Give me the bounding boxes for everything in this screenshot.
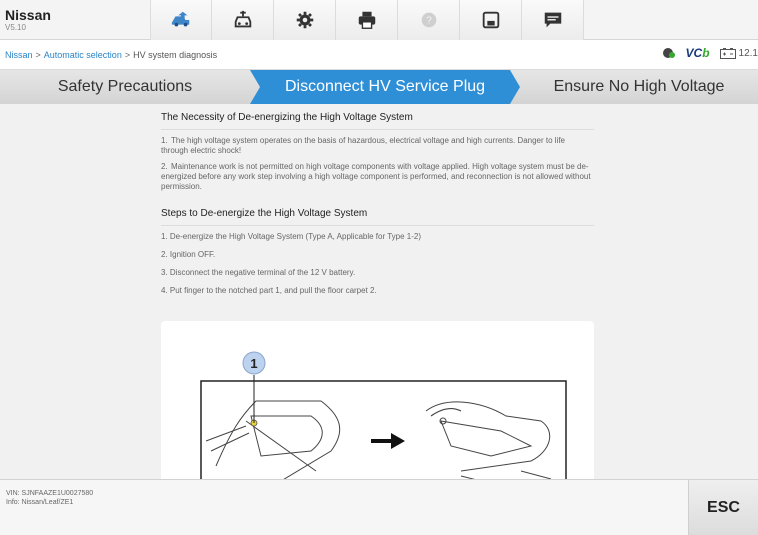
paragraph-text: Maintenance work is not permitted on hig… (161, 162, 591, 191)
diagnostics-button[interactable] (212, 0, 274, 40)
section-heading-necessity: The Necessity of De-energizing the High … (161, 108, 594, 130)
info-text: Info: Nissan/Leaf/ZE1 (6, 499, 74, 506)
figure-callout-1: 1 (250, 356, 257, 371)
brand: Nissan V5.10 (0, 7, 120, 33)
step-tabs: Safety Precautions Disconnect HV Service… (0, 70, 758, 104)
tab-safety-precautions[interactable]: Safety Precautions (0, 70, 250, 104)
floor-carpet-illustration: 1 (200, 351, 567, 479)
help-icon: ? (421, 12, 436, 28)
save-button[interactable] (460, 0, 522, 40)
printer-icon (358, 11, 375, 29)
breadcrumb-link-nissan[interactable]: Nissan (5, 50, 33, 60)
battery-value: 12.1 (738, 47, 758, 59)
paragraph-text: The high voltage system operates on the … (161, 136, 566, 155)
settings-button[interactable] (274, 0, 336, 40)
battery-voltage: 12.1 (719, 47, 758, 59)
top-toolbar: Nissan V5.10 ? (0, 0, 758, 40)
esc-button[interactable]: ESC (688, 480, 758, 535)
home-car-icon (171, 11, 190, 27)
footer: VIN: SJNFAAZE1U0027580 Info: Nissan/Leaf… (0, 479, 758, 535)
print-button[interactable] (336, 0, 398, 40)
step-item: 3. Disconnect the negative terminal of t… (161, 268, 356, 277)
vehicle-info: VIN: SJNFAAZE1U0027580 Info: Nissan/Leaf… (6, 489, 93, 507)
step-item: 2. Ignition OFF. (161, 250, 216, 259)
step-item: 1. De-energize the High Voltage System (… (161, 232, 421, 241)
breadcrumb-current: HV system diagnosis (133, 49, 218, 60)
message-icon (544, 12, 561, 28)
car-diagnostics-icon (234, 10, 251, 28)
save-icon (482, 11, 499, 29)
tab-disconnect-hv-service-plug[interactable]: Disconnect HV Service Plug (250, 70, 520, 104)
paragraph-number: 1. (161, 136, 168, 145)
main-content[interactable]: The Necessity of De-energizing the High … (0, 104, 758, 479)
message-button[interactable] (522, 0, 584, 40)
arrow-right-icon (371, 433, 405, 449)
paragraph: 1. The high voltage system operates on th… (161, 136, 594, 156)
home-button[interactable] (150, 0, 212, 40)
step-item: 4. Put finger to the notched part 1, and… (161, 286, 377, 295)
network-icon (662, 48, 675, 58)
vci-suffix: b (702, 46, 710, 60)
breadcrumb-separator: > (124, 49, 131, 60)
battery-icon (719, 47, 736, 59)
settings-gear-icon (296, 11, 313, 29)
paragraph: 2. Maintenance work is not permitted on h… (161, 162, 594, 192)
vin-text: VIN: SJNFAAZE1U0027580 (6, 490, 94, 497)
instruction-figure: 1 (161, 321, 594, 479)
section-heading-steps: Steps to De-energize the High Voltage Sy… (161, 204, 594, 226)
breadcrumb-link-automatic-selection[interactable]: Automatic selection (44, 50, 122, 60)
svg-text:?: ? (426, 16, 432, 27)
vci-label: VC (685, 46, 703, 60)
help-button[interactable]: ? (398, 0, 460, 40)
paragraph-number: 2. (161, 162, 168, 171)
toolbar-buttons: ? (150, 0, 584, 40)
breadcrumb: Nissan > Automatic selection > HV system… (0, 40, 758, 70)
vci-status: VCb (686, 46, 710, 60)
app-version: V5.10 (5, 22, 26, 32)
status-area: VCb 12.1 (662, 46, 758, 60)
app-name: Nissan (5, 6, 51, 23)
instructions: The Necessity of De-energizing the High … (161, 108, 594, 304)
breadcrumb-separator: > (35, 49, 41, 60)
tab-ensure-no-high-voltage[interactable]: Ensure No High Voltage (520, 70, 758, 104)
